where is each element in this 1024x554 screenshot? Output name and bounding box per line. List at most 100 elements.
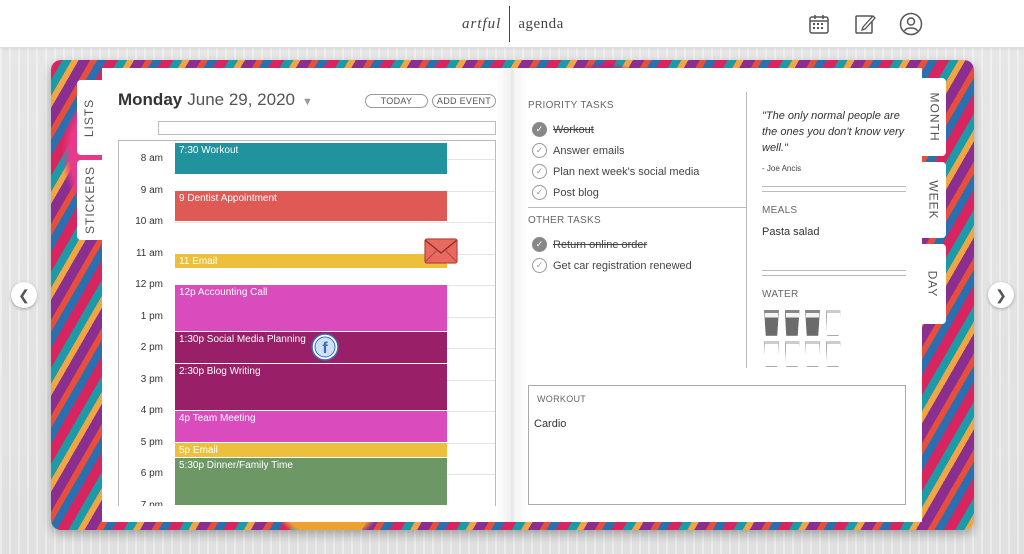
next-page-button[interactable]: ❯ [988, 282, 1014, 308]
hour-label: 11 am [135, 247, 163, 259]
water-cup-icon[interactable] [825, 310, 841, 336]
all-day-row[interactable] [158, 121, 496, 135]
task-item[interactable]: ✓ Get car registration renewed [532, 258, 692, 273]
event-label: 5p Email [179, 444, 218, 456]
hour-label: 12 pm [135, 279, 163, 290]
column-divider [746, 92, 747, 368]
hour-label: 3 pm [140, 373, 163, 385]
tab-week-label: WEEK [927, 180, 941, 220]
user-icon[interactable] [898, 11, 924, 37]
task-label: Post blog [553, 186, 599, 199]
tab-week[interactable]: WEEK [922, 162, 946, 238]
add-event-button[interactable]: ADD EVENT [432, 94, 496, 108]
hour-label: 6 pm [140, 468, 163, 479]
task-item[interactable]: ✓ Post blog [532, 185, 599, 200]
quote-author: - Joe Ancis [762, 164, 802, 173]
workout-value: Cardio [534, 418, 567, 430]
svg-text:f: f [322, 340, 328, 357]
calendar-event[interactable]: 2:30p Blog Writing [175, 363, 447, 410]
prev-page-button[interactable]: ❮ [11, 282, 37, 308]
task-label: Plan next week's social media [553, 165, 700, 178]
water-cup-icon[interactable] [825, 341, 841, 367]
task-item[interactable]: ✓ Answer emails [532, 143, 625, 158]
tab-day[interactable]: DAY [918, 244, 946, 324]
chevron-left-icon: ❮ [18, 286, 30, 303]
event-label: 5:30p Dinner/Family Time [179, 460, 293, 472]
hour-label: 4 pm [140, 405, 163, 416]
quote-divider-1 [762, 186, 906, 187]
water-cup-icon[interactable] [805, 341, 820, 367]
checkmark-icon[interactable]: ✓ [532, 237, 547, 252]
meals-divider-1 [762, 270, 906, 271]
task-label: Answer emails [553, 144, 625, 157]
water-cup-icon[interactable] [764, 310, 779, 336]
calendar-event[interactable]: 5:30p Dinner/Family Time [175, 458, 447, 505]
brand-part1: artful [462, 15, 502, 32]
tab-lists-label: LISTS [82, 98, 97, 137]
meals-divider-2 [762, 275, 906, 276]
other-tasks-heading: OTHER TASKS [528, 215, 601, 226]
task-label: Get car registration renewed [553, 259, 692, 272]
brand-separator [509, 6, 511, 42]
meals-heading: MEALS [762, 205, 798, 216]
day-schedule[interactable]: 8 am 9 am 10 am 11 am 12 pm 1 pm 2 pm 3 pm 4 pm 5… [118, 140, 496, 506]
tab-day-label: DAY [924, 270, 939, 298]
water-cup-icon[interactable] [764, 341, 779, 367]
brand-logo[interactable]: artful agenda [462, 6, 564, 42]
checkmark-icon[interactable]: ✓ [532, 143, 547, 158]
daily-quote: "The only normal people are the ones you… [762, 110, 905, 154]
page-spine [496, 68, 528, 522]
date-header[interactable]: Monday June 29, 2020 ▼ [118, 90, 313, 110]
checkmark-icon[interactable]: ✓ [532, 258, 547, 273]
tab-month-label: MONTH [927, 92, 941, 142]
water-heading: WATER [762, 289, 799, 300]
tab-month[interactable]: MONTH [922, 78, 946, 156]
chevron-right-icon: ❯ [995, 286, 1007, 303]
workout-heading: WORKOUT [537, 394, 587, 404]
quote-divider-2 [762, 191, 906, 192]
tasks-divider [528, 207, 746, 208]
water-cup-icon[interactable] [805, 310, 820, 336]
priority-tasks-heading: PRIORITY TASKS [528, 100, 614, 111]
hour-line [175, 222, 495, 223]
checkmark-icon[interactable]: ✓ [532, 122, 547, 137]
today-button[interactable]: TODAY [365, 94, 428, 108]
tab-lists[interactable]: LISTS [77, 80, 102, 155]
task-item[interactable]: ✓ Workout [532, 122, 594, 137]
hour-line [175, 505, 495, 506]
checkmark-icon[interactable]: ✓ [532, 185, 547, 200]
hour-label: 2 pm [140, 342, 163, 353]
facebook-sticker-icon[interactable]: f [311, 333, 339, 361]
hour-label: 9 am [140, 184, 163, 196]
envelope-sticker-icon[interactable] [424, 238, 458, 264]
task-label: Workout [553, 123, 594, 136]
tab-stickers-label: STICKERS [82, 165, 97, 235]
water-cup-icon[interactable] [784, 341, 800, 367]
calendar-event[interactable]: 9 Dentist Appointment [175, 190, 447, 221]
calendar-event[interactable]: 12p Accounting Call [175, 285, 447, 332]
task-item[interactable]: ✓ Return online order [532, 237, 647, 252]
task-item[interactable]: ✓ Plan next week's social media [532, 164, 699, 179]
date-text: June 29, 2020 [187, 90, 295, 109]
calendar-event[interactable]: 5p Email [175, 442, 447, 458]
calendar-event[interactable]: 11 Email [175, 253, 447, 269]
top-bar: artful agenda [0, 0, 1024, 48]
tab-stickers[interactable]: STICKERS [77, 160, 102, 240]
event-label: 2:30p Blog Writing [179, 365, 261, 377]
hour-label: 1 pm [140, 310, 163, 322]
brand-part2: agenda [518, 15, 564, 32]
checkmark-icon[interactable]: ✓ [532, 164, 547, 179]
workout-box[interactable]: WORKOUT Cardio [528, 385, 906, 505]
calendar-icon[interactable] [806, 11, 832, 37]
task-label: Return online order [553, 238, 648, 251]
chevron-down-icon: ▼ [302, 96, 313, 108]
hour-label: 8 am [140, 153, 163, 164]
calendar-event[interactable]: 7:30 Workout [175, 143, 447, 174]
event-label: 11 Email [179, 255, 218, 267]
edit-icon[interactable] [852, 11, 878, 37]
calendar-event[interactable]: 4p Team Meeting [175, 411, 447, 442]
meals-value[interactable]: Pasta salad [762, 226, 819, 238]
water-cup-icon[interactable] [784, 310, 800, 336]
event-label: 7:30 Workout [179, 145, 239, 157]
hour-label: 7 pm [140, 499, 163, 507]
